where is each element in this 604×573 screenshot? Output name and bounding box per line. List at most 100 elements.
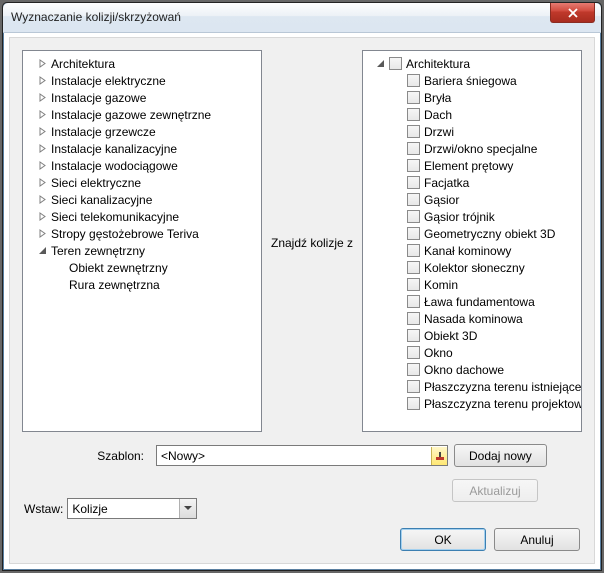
checkbox[interactable] [407, 244, 420, 257]
tree-label: Instalacje wodociągowe [51, 159, 178, 173]
right-tree-item[interactable]: Gąsior trójnik [365, 208, 579, 225]
middle-label-area: Znajdź kolizje z [270, 50, 354, 436]
left-tree-item[interactable]: Sieci elektryczne [25, 174, 259, 191]
tree-label: Architektura [51, 57, 115, 71]
right-tree[interactable]: ArchitekturaBariera śniegowa BryłaDach Drz… [362, 50, 582, 432]
checkbox[interactable] [407, 193, 420, 206]
left-tree[interactable]: Architektura Instalacje elektryczne Instal… [22, 50, 262, 432]
right-tree-item[interactable]: Element prętowy [365, 157, 579, 174]
right-tree-item[interactable]: Komin [365, 276, 579, 293]
right-tree-item[interactable]: Kanał kominowy [365, 242, 579, 259]
right-tree-item[interactable]: Drzwi [365, 123, 579, 140]
tree-label: Instalacje elektryczne [51, 74, 166, 88]
cancel-button[interactable]: Anuluj [494, 528, 580, 551]
right-tree-item[interactable]: Ława fundamentowa [365, 293, 579, 310]
left-tree-item[interactable]: Sieci telekomunikacyjne [25, 208, 259, 225]
expand-icon [37, 110, 47, 120]
right-tree-item[interactable]: Dach [365, 106, 579, 123]
tree-label: Element prętowy [424, 159, 513, 173]
right-tree-root[interactable]: Architektura [365, 55, 579, 72]
left-tree-item[interactable]: Instalacje gazowe zewnętrzne [25, 106, 259, 123]
right-tree-item[interactable]: Nasada kominowa [365, 310, 579, 327]
left-tree-item[interactable]: Instalacje wodociągowe [25, 157, 259, 174]
left-tree-item[interactable]: Stropy gęstożebrowe Teriva [25, 225, 259, 242]
checkbox[interactable] [407, 380, 420, 393]
left-tree-item[interactable]: Instalacje grzewcze [25, 123, 259, 140]
template-combo[interactable]: <Nowy> [156, 445, 448, 466]
tree-label: Instalacje gazowe zewnętrzne [51, 108, 211, 122]
tree-label: Obiekt 3D [424, 329, 477, 343]
left-tree-child[interactable]: Rura zewnętrzna [25, 276, 259, 293]
checkbox[interactable] [407, 108, 420, 121]
collapse-icon [375, 59, 385, 69]
left-tree-child[interactable]: Obiekt zewnętrzny [25, 259, 259, 276]
expand-icon [37, 127, 47, 137]
right-tree-item[interactable]: Okno [365, 344, 579, 361]
checkbox[interactable] [407, 125, 420, 138]
expand-icon [37, 178, 47, 188]
right-tree-item[interactable]: Gąsior [365, 191, 579, 208]
checkbox[interactable] [407, 142, 420, 155]
checkbox[interactable] [407, 278, 420, 291]
expand-icon [37, 76, 47, 86]
checkbox[interactable] [389, 57, 402, 70]
tree-label: Sieci telekomunikacyjne [51, 210, 179, 224]
tree-label: Geometryczny obiekt 3D [424, 227, 555, 241]
tree-label: Płaszczyzna terenu projektowa... [424, 397, 582, 411]
tree-label: Instalacje kanalizacyjne [51, 142, 177, 156]
template-label: Szablon: [22, 449, 150, 463]
checkbox[interactable] [407, 346, 420, 359]
expand-icon [37, 93, 47, 103]
checkbox[interactable] [407, 312, 420, 325]
tree-label: Okno dachowe [424, 363, 504, 377]
right-tree-item[interactable]: Obiekt 3D [365, 327, 579, 344]
checkbox[interactable] [407, 227, 420, 240]
tree-label: Stropy gęstożebrowe Teriva [51, 227, 199, 241]
right-tree-item[interactable]: Facjatka [365, 174, 579, 191]
tree-label: Rura zewnętrzna [69, 278, 160, 292]
right-tree-item[interactable]: Bariera śniegowa [365, 72, 579, 89]
checkbox[interactable] [407, 176, 420, 189]
template-value: <Nowy> [157, 449, 431, 463]
checkbox[interactable] [407, 295, 420, 308]
tree-label: Drzwi/okno specjalne [424, 142, 537, 156]
tree-label: Płaszczyzna terenu istniejącego [424, 380, 582, 394]
update-button: Aktualizuj [452, 479, 538, 502]
tree-label: Architektura [406, 57, 470, 71]
checkbox[interactable] [407, 397, 420, 410]
tree-label: Bryła [424, 91, 451, 105]
expand-icon [37, 212, 47, 222]
left-tree-item[interactable]: Instalacje kanalizacyjne [25, 140, 259, 157]
right-tree-item[interactable]: Bryła [365, 89, 579, 106]
left-tree-item[interactable]: Teren zewnętrzny [25, 242, 259, 259]
checkbox[interactable] [407, 159, 420, 172]
add-new-button[interactable]: Dodaj nowy [454, 444, 547, 467]
close-button[interactable] [550, 3, 595, 23]
tree-label: Kolektor słoneczny [424, 261, 525, 275]
left-tree-item[interactable]: Architektura [25, 55, 259, 72]
left-tree-item[interactable]: Instalacje elektryczne [25, 72, 259, 89]
checkbox[interactable] [407, 363, 420, 376]
checkbox[interactable] [407, 74, 420, 87]
ok-button[interactable]: OK [400, 528, 486, 551]
right-tree-item[interactable]: Drzwi/okno specjalne [365, 140, 579, 157]
checkbox[interactable] [407, 329, 420, 342]
left-tree-item[interactable]: Sieci kanalizacyjne [25, 191, 259, 208]
tree-label: Instalacje gazowe [51, 91, 146, 105]
right-tree-item[interactable]: Płaszczyzna terenu projektowa... [365, 395, 579, 412]
dialog-window: Wyznaczanie kolizji/skrzyżowań Architekt… [2, 2, 602, 571]
left-tree-item[interactable]: Instalacje gazowe [25, 89, 259, 106]
checkbox[interactable] [407, 91, 420, 104]
checkbox[interactable] [407, 261, 420, 274]
checkbox[interactable] [407, 210, 420, 223]
right-tree-item[interactable]: Okno dachowe [365, 361, 579, 378]
right-tree-item[interactable]: Płaszczyzna terenu istniejącego [365, 378, 579, 395]
insert-combo[interactable]: Kolizje [67, 498, 197, 519]
right-tree-item[interactable]: Kolektor słoneczny [365, 259, 579, 276]
tree-label: Drzwi [424, 125, 454, 139]
window-title: Wyznaczanie kolizji/skrzyżowań [11, 10, 181, 24]
tree-label: Sieci kanalizacyjne [51, 193, 152, 207]
panes-row: Architektura Instalacje elektryczne Instal… [10, 38, 594, 436]
right-tree-item[interactable]: Geometryczny obiekt 3D [365, 225, 579, 242]
tree-label: Okno [424, 346, 453, 360]
